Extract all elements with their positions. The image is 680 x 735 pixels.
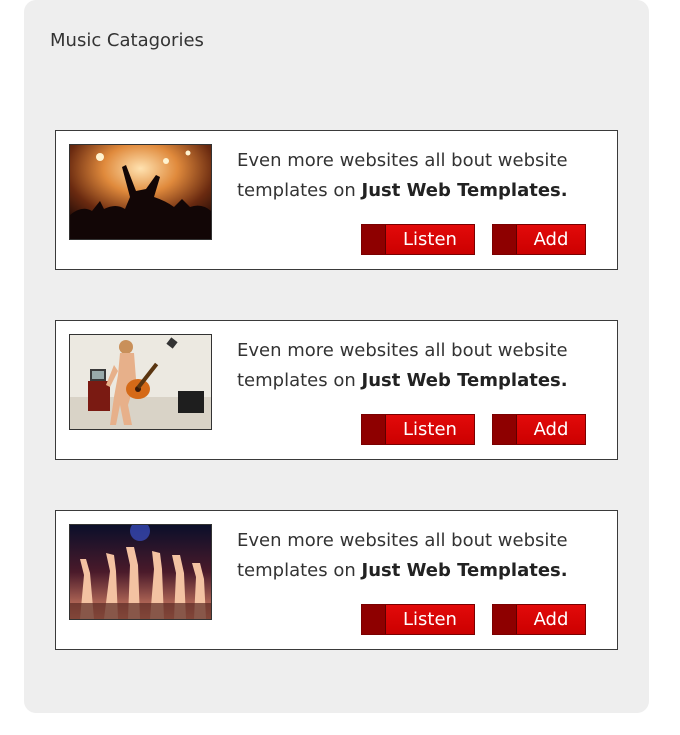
add-label: Add xyxy=(533,229,569,250)
brand-name: Just Web Templates. xyxy=(361,370,568,391)
add-button[interactable]: Add xyxy=(492,224,586,255)
listen-button[interactable]: Listen xyxy=(361,224,475,255)
guitar-player-icon[interactable] xyxy=(69,334,212,430)
category-card: Even more websites all bout website temp… xyxy=(55,130,618,270)
raised-hands-crowd-icon[interactable] xyxy=(69,524,212,620)
listen-label: Listen xyxy=(403,609,457,630)
music-categories-panel: Music Catagories Even more websites all … xyxy=(24,0,649,713)
button-tab xyxy=(493,225,517,254)
listen-button[interactable]: Listen xyxy=(361,414,475,445)
listen-button[interactable]: Listen xyxy=(361,604,475,635)
card-description: Even more websites all bout website temp… xyxy=(237,530,568,581)
add-label: Add xyxy=(533,609,569,630)
category-card: Even more websites all bout website temp… xyxy=(55,510,618,650)
concert-crowd-icon[interactable] xyxy=(69,144,212,240)
button-tab xyxy=(493,605,517,634)
button-tab xyxy=(362,415,386,444)
listen-label: Listen xyxy=(403,419,457,440)
add-button[interactable]: Add xyxy=(492,604,586,635)
card-description: Even more websites all bout website temp… xyxy=(237,340,568,391)
button-tab xyxy=(493,415,517,444)
button-tab xyxy=(362,605,386,634)
card-description: Even more websites all bout website temp… xyxy=(237,150,568,201)
category-card: Even more websites all bout website temp… xyxy=(55,320,618,460)
add-button[interactable]: Add xyxy=(492,414,586,445)
listen-label: Listen xyxy=(403,229,457,250)
brand-name: Just Web Templates. xyxy=(361,180,568,201)
button-tab xyxy=(362,225,386,254)
panel-title: Music Catagories xyxy=(50,30,204,51)
add-label: Add xyxy=(533,419,569,440)
brand-name: Just Web Templates. xyxy=(361,560,568,581)
